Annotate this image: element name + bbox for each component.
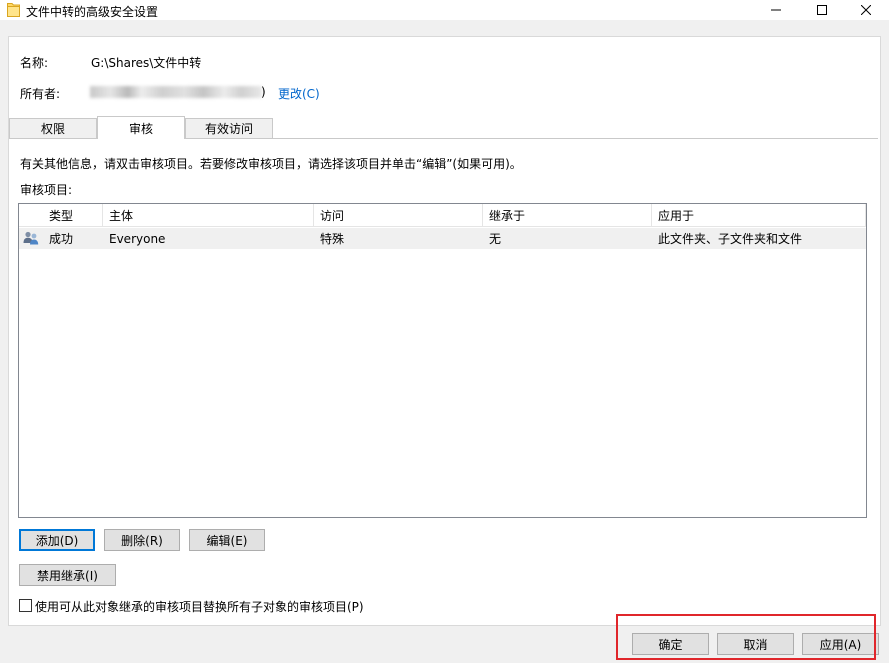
maximize-button[interactable] — [799, 0, 845, 20]
apply-button[interactable]: 应用(A) — [802, 633, 879, 655]
column-header-inherited-from[interactable]: 继承于 — [483, 204, 652, 227]
edit-button-label: 编辑(E) — [206, 533, 248, 548]
cell-type: 成功 — [49, 232, 74, 246]
ok-button[interactable]: 确定 — [632, 633, 709, 655]
owner-value-redacted — [90, 86, 262, 98]
remove-button-label: 删除(R) — [121, 533, 163, 548]
audit-list-label: 审核项目: — [20, 183, 73, 197]
remove-button[interactable]: 删除(R) — [104, 529, 180, 551]
owner-value-suffix: ) — [261, 85, 266, 99]
replace-child-audit-checkbox[interactable] — [19, 599, 32, 612]
audit-instruction: 有关其他信息，请双击审核项目。若要修改审核项目，请选择该项目并单击“编辑”(如果… — [20, 157, 522, 171]
tab-auditing-label: 审核 — [128, 121, 153, 136]
column-header-label: 应用于 — [658, 209, 695, 223]
column-header-principal[interactable]: 主体 — [103, 204, 314, 227]
cell-applies-to: 此文件夹、子文件夹和文件 — [658, 232, 803, 246]
window-title: 文件中转的高级安全设置 — [26, 5, 159, 19]
minimize-button[interactable] — [753, 0, 799, 20]
tab-effective-access-label: 有效访问 — [204, 122, 253, 136]
cancel-button[interactable]: 取消 — [717, 633, 794, 655]
name-value: G:\Shares\文件中转 — [91, 56, 202, 70]
disable-inheritance-button[interactable]: 禁用继承(I) — [19, 564, 116, 586]
column-header-type[interactable]: 类型 — [43, 204, 103, 227]
edit-button[interactable]: 编辑(E) — [189, 529, 265, 551]
replace-child-audit-label[interactable]: 使用可从此对象继承的审核项目替换所有子对象的审核项目(P) — [35, 598, 364, 615]
apply-button-label: 应用(A) — [819, 637, 862, 652]
change-owner-link[interactable]: 更改(C) — [278, 85, 320, 102]
name-label: 名称: — [20, 56, 49, 70]
users-icon — [23, 230, 39, 249]
close-button[interactable] — [843, 0, 889, 20]
ok-button-label: 确定 — [658, 637, 683, 652]
title-bar: 文件中转的高级安全设置 — [0, 0, 889, 20]
tab-effective-access[interactable]: 有效访问 — [185, 118, 273, 138]
column-header-label: 类型 — [49, 209, 74, 223]
column-header-label: 访问 — [320, 209, 345, 223]
disable-inheritance-button-label: 禁用继承(I) — [37, 568, 98, 583]
audit-entries-list[interactable]: 类型 主体 访问 继承于 应用于 成功 Everyone 特殊 无 此文件夹、子… — [18, 203, 867, 518]
cancel-button-label: 取消 — [743, 637, 768, 652]
column-header-label: 继承于 — [489, 209, 526, 223]
column-header-access[interactable]: 访问 — [314, 204, 483, 227]
minimize-icon — [771, 9, 781, 11]
tab-auditing[interactable]: 审核 — [97, 116, 185, 139]
folder-icon — [7, 2, 20, 17]
column-header-label: 主体 — [109, 209, 134, 223]
cell-access: 特殊 — [320, 232, 345, 246]
add-button[interactable]: 添加(D) — [19, 529, 95, 551]
close-icon — [861, 5, 871, 15]
table-row[interactable]: 成功 Everyone 特殊 无 此文件夹、子文件夹和文件 — [19, 228, 866, 249]
add-button-label: 添加(D) — [35, 533, 79, 548]
cell-inherited-from: 无 — [489, 232, 502, 246]
column-header-applies-to[interactable]: 应用于 — [652, 204, 866, 227]
owner-label: 所有者: — [20, 87, 61, 101]
tab-permissions-label: 权限 — [40, 122, 65, 136]
cell-principal: Everyone — [109, 231, 166, 246]
maximize-icon — [817, 5, 827, 15]
tab-permissions[interactable]: 权限 — [9, 118, 97, 138]
list-header: 类型 主体 访问 继承于 应用于 — [19, 204, 866, 227]
